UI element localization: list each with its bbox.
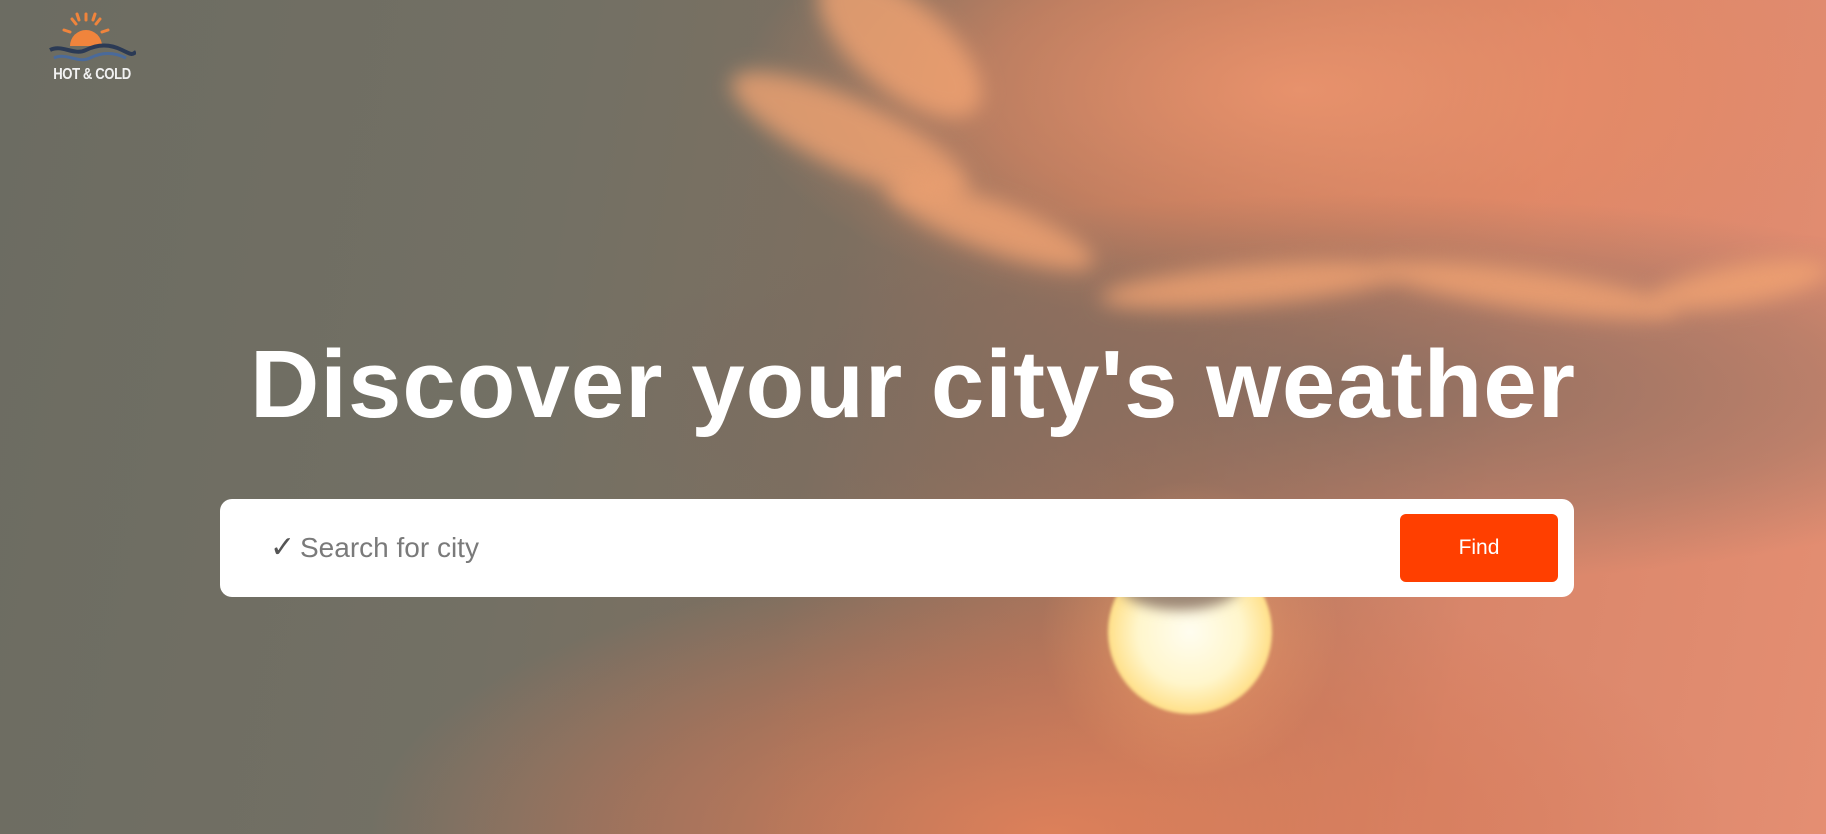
check-icon: ✓ [270,530,296,565]
brand-logo[interactable]: HOT & COLD [44,10,136,90]
search-input[interactable] [300,525,1300,571]
find-button[interactable]: Find [1400,514,1558,582]
brand-name: HOT & COLD [53,66,131,83]
page-title: Discover your city's weather [249,331,1577,438]
search-bar: ✓ Find [220,499,1574,597]
sun-over-waves-icon [49,12,136,62]
hero-section: HOT & COLD Discover your city's weather … [0,0,1826,834]
